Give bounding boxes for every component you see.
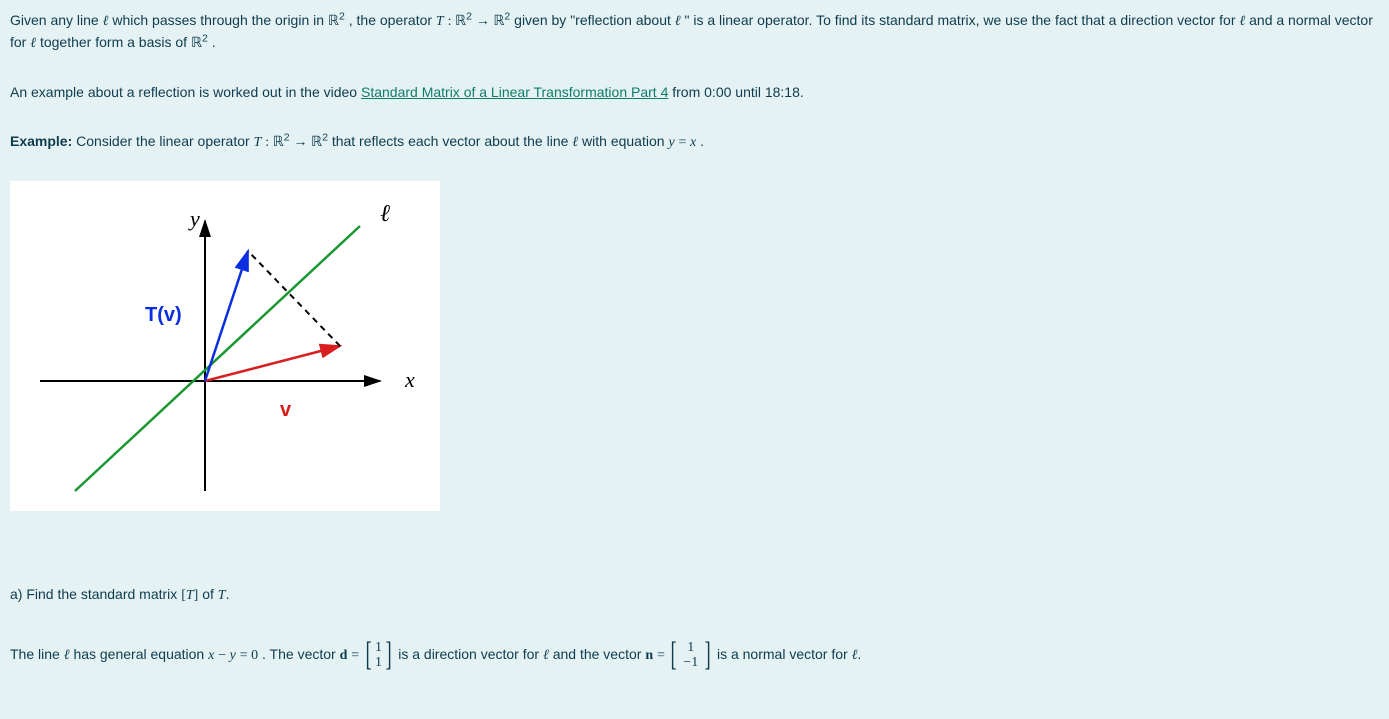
exponent: 2 — [284, 131, 290, 143]
var-x: x — [208, 648, 214, 663]
real-symbol: ℝ — [328, 14, 339, 29]
solution-line-1: The line ℓ has general equation x − y = … — [10, 640, 1379, 671]
var-x: x — [690, 135, 696, 150]
ell-symbol: ℓ — [103, 14, 109, 29]
exponent: 2 — [339, 10, 345, 22]
ell-symbol: ℓ — [572, 135, 578, 150]
vector-d-value: [ 1 1 ] — [363, 640, 395, 671]
Tv-label: T(v) — [145, 304, 182, 326]
n-bot: −1 — [683, 655, 698, 670]
n-top: 1 — [687, 640, 694, 655]
text: together form a basis of — [40, 34, 191, 50]
text: is a normal vector for — [717, 646, 852, 662]
right-bracket: ] — [194, 588, 199, 603]
exponent: 2 — [504, 10, 510, 22]
equals: = — [657, 648, 668, 663]
operator-T: T — [186, 588, 194, 603]
text: and the vector — [553, 646, 646, 662]
text: a) Find the standard matrix — [10, 586, 181, 602]
text: . — [226, 586, 230, 602]
ell-axis-label: ℓ — [380, 201, 390, 227]
operator-T: T — [218, 588, 226, 603]
text: An example about a reflection is worked … — [10, 84, 361, 100]
text: The line — [10, 646, 64, 662]
text: from 0:00 until 18:18. — [672, 84, 804, 100]
text: . — [212, 34, 216, 50]
real-symbol: ℝ — [455, 14, 466, 29]
text: which passes through the origin in — [112, 12, 328, 28]
real-symbol: ℝ — [191, 36, 202, 51]
colon: : — [265, 135, 272, 150]
example-label: Example: — [10, 133, 72, 149]
text: " is a linear operator. To find its stan… — [685, 12, 1240, 28]
exponent: 2 — [322, 131, 328, 143]
question-a: a) Find the standard matrix [T] of T. — [10, 584, 1379, 606]
vector-n-value: [ 1 −1 ] — [668, 640, 713, 671]
arrow: → — [476, 14, 494, 29]
example-paragraph: Example: Consider the linear operator T … — [10, 131, 1379, 153]
text: has general equation — [73, 646, 208, 662]
ell-symbol: ℓ — [30, 36, 36, 51]
operator-T: T — [436, 14, 444, 29]
text: . The vector — [262, 646, 340, 662]
y-axis-label: y — [188, 206, 200, 231]
video-paragraph: An example about a reflection is worked … — [10, 82, 1379, 103]
intro-paragraph: Given any line ℓ which passes through th… — [10, 10, 1379, 54]
vector-d: d — [340, 648, 348, 663]
colon: : — [448, 14, 455, 29]
x-axis-label: x — [404, 367, 415, 392]
ell-symbol: ℓ — [1239, 14, 1245, 29]
real-symbol: ℝ — [311, 135, 322, 150]
text: given by "reflection about — [514, 12, 675, 28]
var-y: y — [668, 135, 674, 150]
reflection-figure: y ℓ x T(v) v — [10, 181, 440, 511]
var-y: y — [230, 648, 236, 663]
text: is a direction vector for — [398, 646, 543, 662]
exponent: 2 — [466, 10, 472, 22]
d-top: 1 — [375, 640, 382, 655]
text: , the operator — [349, 12, 436, 28]
eq-zero: = 0 — [240, 648, 258, 663]
text: with equation — [582, 133, 668, 149]
text: . — [700, 133, 704, 149]
equals: = — [351, 648, 362, 663]
minus: − — [218, 648, 229, 663]
operator-T: T — [254, 135, 262, 150]
equals: = — [679, 135, 690, 150]
ell-symbol: ℓ — [543, 648, 549, 663]
arrow: → — [293, 135, 311, 150]
text: Consider the linear operator — [76, 133, 253, 149]
ell-symbol: ℓ — [64, 648, 70, 663]
v-label: v — [280, 399, 292, 421]
real-symbol: ℝ — [493, 14, 504, 29]
real-symbol: ℝ — [273, 135, 284, 150]
text: Given any line — [10, 12, 103, 28]
exponent: 2 — [202, 32, 208, 44]
text: . — [857, 646, 861, 662]
text: that reflects each vector about the line — [332, 133, 572, 149]
d-bot: 1 — [375, 655, 382, 670]
ell-symbol: ℓ — [675, 14, 681, 29]
video-link[interactable]: Standard Matrix of a Linear Transformati… — [361, 84, 668, 100]
vector-n: n — [645, 648, 653, 663]
text: of — [202, 586, 218, 602]
reflection-svg: y ℓ x T(v) v — [20, 191, 420, 501]
